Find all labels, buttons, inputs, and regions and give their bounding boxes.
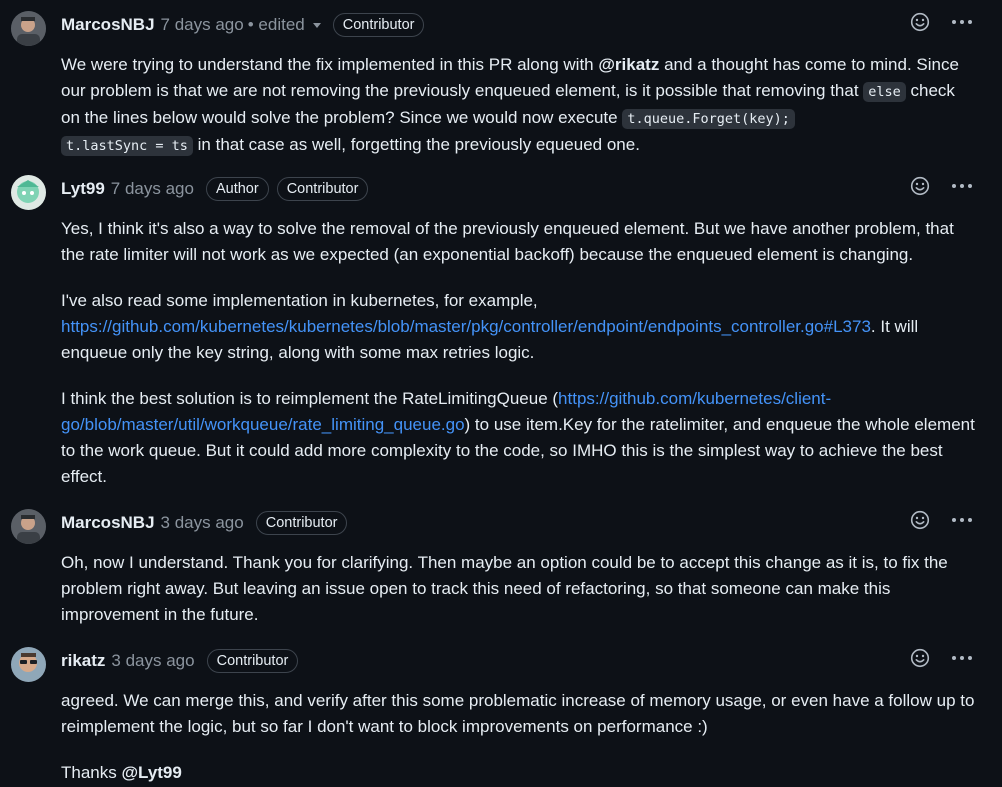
role-badge: Contributor bbox=[255, 511, 348, 535]
author-name[interactable]: MarcosNBJ bbox=[61, 513, 155, 533]
timestamp[interactable]: 3 days ago bbox=[111, 651, 194, 671]
comment-body: Yes, I think it's also a way to solve th… bbox=[61, 216, 978, 490]
edited-label: • edited bbox=[247, 15, 305, 34]
author-name[interactable]: Lyt99 bbox=[61, 179, 105, 199]
timestamp[interactable]: 7 days ago bbox=[161, 15, 244, 35]
timestamp[interactable]: 3 days ago bbox=[161, 513, 244, 533]
comment-header: Lyt99 7 days ago Author Contributor bbox=[61, 175, 369, 203]
kebab-menu-icon[interactable] bbox=[952, 656, 972, 660]
kebab-menu-icon[interactable] bbox=[952, 184, 972, 188]
smiley-icon[interactable] bbox=[910, 510, 930, 530]
chevron-down-icon bbox=[312, 22, 321, 28]
comment-header: MarcosNBJ 7 days ago • edited Contributo… bbox=[61, 11, 425, 39]
user-mention[interactable]: @Lyt99 bbox=[121, 763, 181, 782]
body-paragraph: Oh, now I understand. Thank you for clar… bbox=[61, 553, 948, 624]
role-badge: Author bbox=[205, 177, 269, 201]
endpoints-controller-link[interactable]: https://github.com/kubernetes/kubernetes… bbox=[61, 317, 871, 336]
avatar[interactable] bbox=[11, 175, 46, 210]
avatar[interactable] bbox=[11, 509, 46, 544]
comment-header: rikatz 3 days ago Contributor bbox=[61, 647, 299, 675]
smiley-icon[interactable] bbox=[910, 648, 930, 668]
body-paragraph: Yes, I think it's also a way to solve th… bbox=[61, 219, 954, 264]
role-badge: Contributor bbox=[206, 649, 299, 673]
author-name[interactable]: rikatz bbox=[61, 651, 105, 671]
edited-dropdown[interactable]: • edited bbox=[248, 15, 321, 35]
timestamp[interactable]: 7 days ago bbox=[111, 179, 194, 199]
smiley-icon[interactable] bbox=[910, 176, 930, 196]
role-badge: Contributor bbox=[276, 177, 369, 201]
avatar[interactable] bbox=[11, 647, 46, 682]
comment-actions bbox=[910, 648, 972, 668]
kebab-menu-icon[interactable] bbox=[952, 518, 972, 522]
author-name[interactable]: MarcosNBJ bbox=[61, 15, 155, 35]
body-paragraph: agreed. We can merge this, and verify af… bbox=[61, 691, 975, 736]
comment-body: We were trying to understand the fix imp… bbox=[61, 52, 978, 159]
comment-body: Oh, now I understand. Thank you for clar… bbox=[61, 550, 978, 628]
body-text: We were trying to understand the fix imp… bbox=[61, 55, 599, 74]
comment-actions bbox=[910, 510, 972, 530]
body-text: I've also read some implementation in ku… bbox=[61, 291, 538, 310]
inline-code: t.queue.Forget(key); bbox=[622, 109, 795, 129]
user-mention[interactable]: @rikatz bbox=[598, 55, 659, 74]
avatar[interactable] bbox=[11, 11, 46, 46]
body-text: I think the best solution is to reimplem… bbox=[61, 389, 559, 408]
body-text: in that case as well, forgetting the pre… bbox=[192, 135, 640, 154]
inline-code: else bbox=[863, 82, 906, 102]
kebab-menu-icon[interactable] bbox=[952, 20, 972, 24]
smiley-icon[interactable] bbox=[910, 12, 930, 32]
body-text: Thanks bbox=[61, 763, 122, 782]
comment-actions bbox=[910, 176, 972, 196]
comment-body: agreed. We can merge this, and verify af… bbox=[61, 688, 978, 786]
inline-code: t.lastSync = ts bbox=[61, 136, 193, 156]
comment-header: MarcosNBJ 3 days ago Contributor bbox=[61, 509, 348, 537]
comment-actions bbox=[910, 12, 972, 32]
role-badge: Contributor bbox=[332, 13, 425, 37]
